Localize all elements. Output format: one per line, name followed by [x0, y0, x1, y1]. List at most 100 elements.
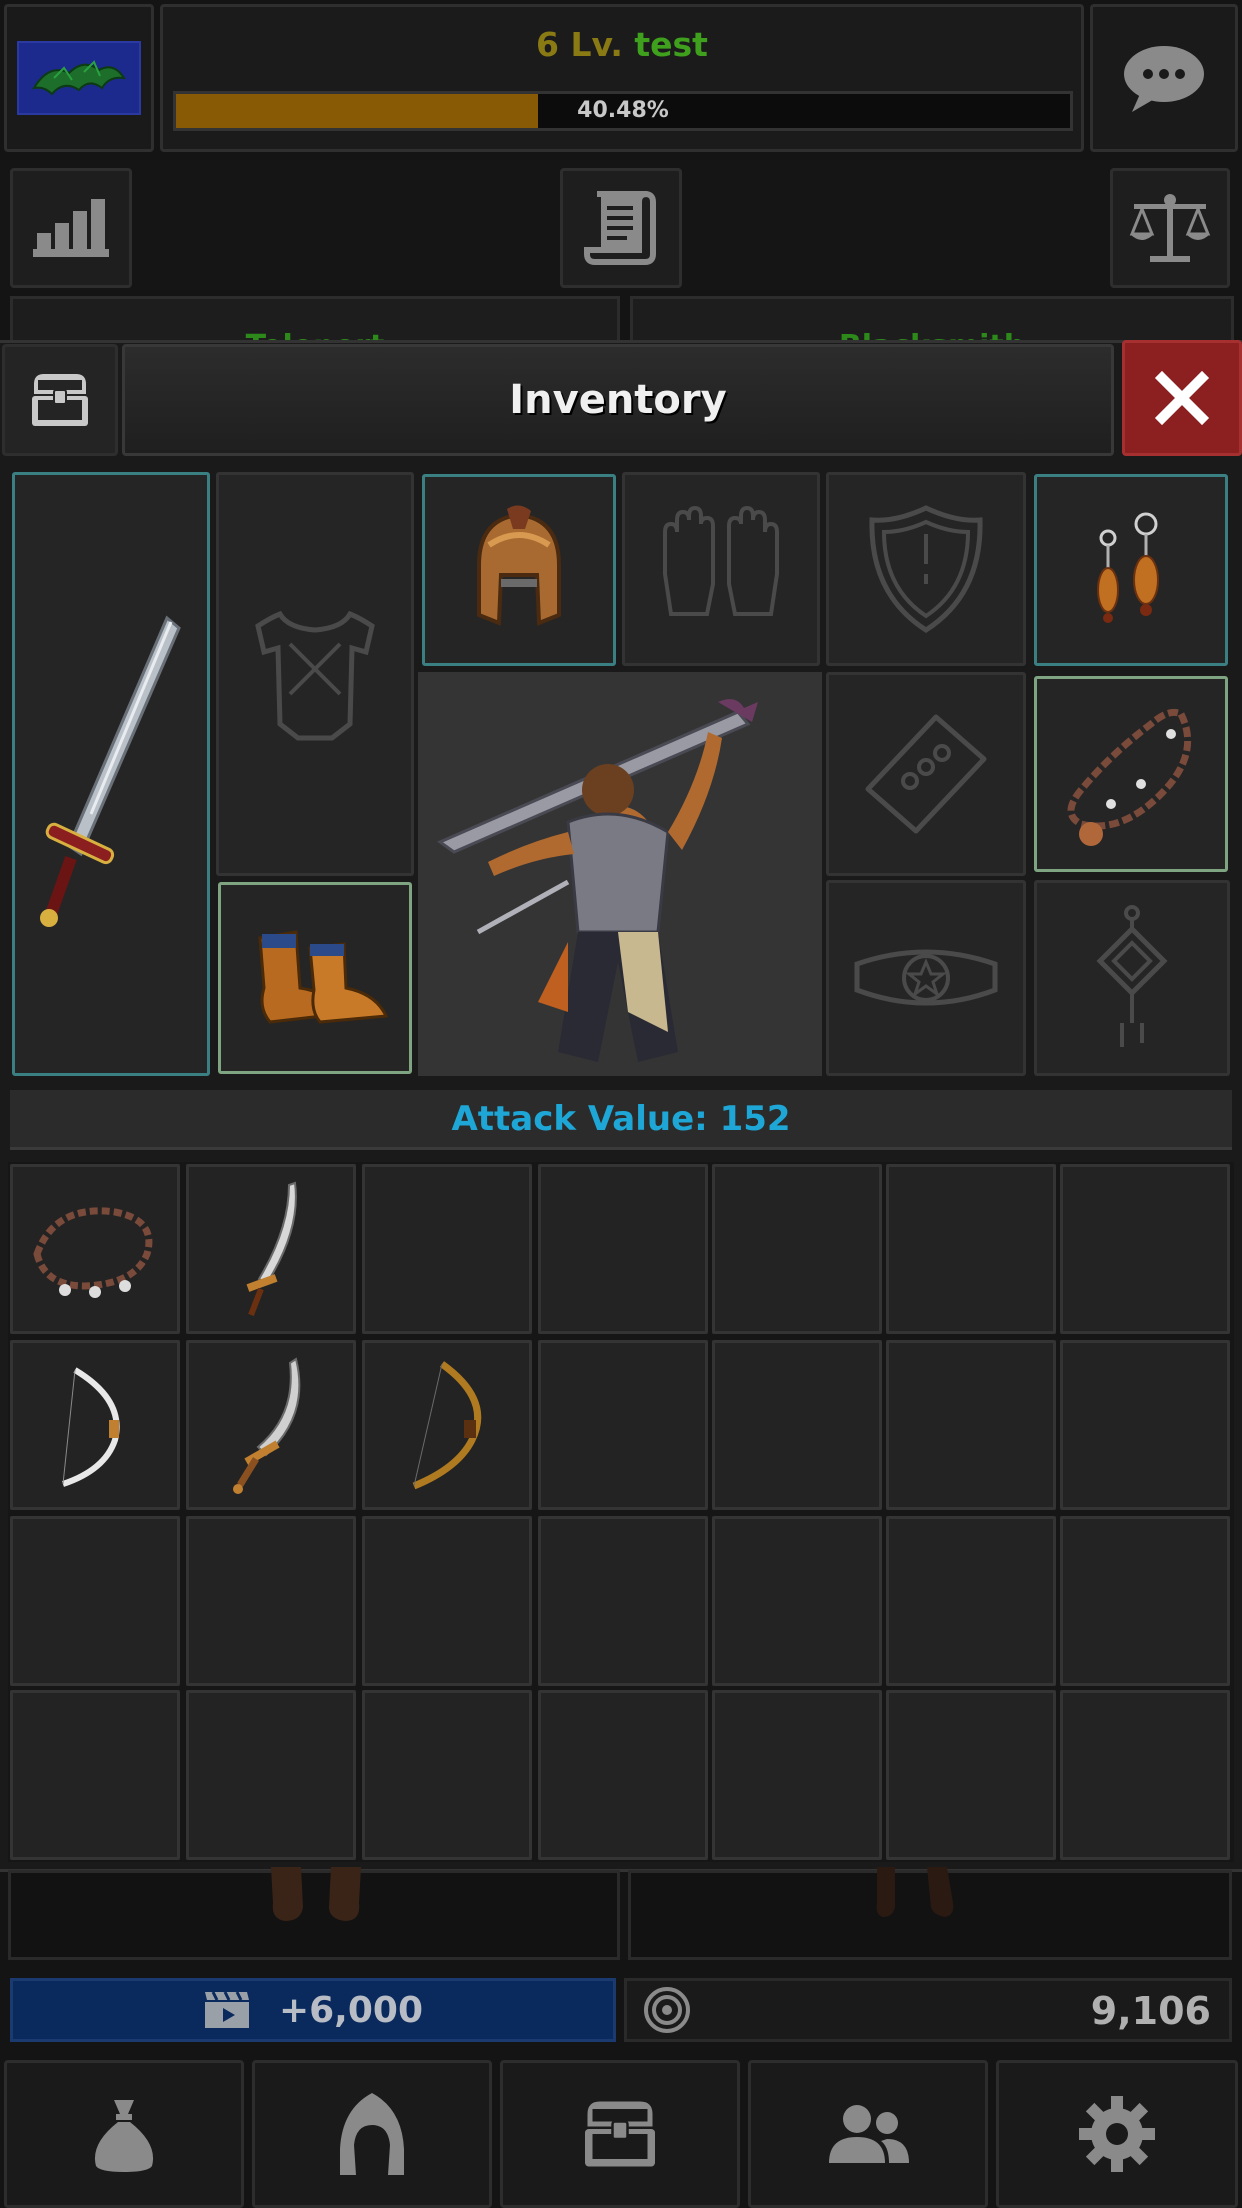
- helmet-icon: [477, 505, 561, 626]
- helmet-slot[interactable]: [422, 474, 616, 666]
- inventory-cell[interactable]: [712, 1164, 882, 1334]
- scroll-icon: [584, 191, 656, 265]
- inventory-cell[interactable]: [712, 1516, 882, 1686]
- inventory-cell[interactable]: [712, 1690, 882, 1860]
- knot-talisman-outline-icon: [1096, 905, 1168, 1047]
- warrior-figure-icon: [436, 699, 758, 1062]
- shield-slot[interactable]: [826, 472, 1026, 666]
- shoes-slot[interactable]: [218, 882, 412, 1074]
- inventory-cell[interactable]: [10, 1516, 180, 1686]
- teleport-tab[interactable]: Teleport: [10, 296, 620, 346]
- white-bow-icon: [62, 1367, 120, 1487]
- inventory-cell[interactable]: [886, 1690, 1056, 1860]
- bracelet-slot[interactable]: [826, 672, 1026, 876]
- earrings-slot[interactable]: [1034, 474, 1228, 666]
- inventory-cell[interactable]: [362, 1164, 532, 1334]
- player-name: test: [634, 25, 708, 64]
- coin-balance: 9,106: [624, 1978, 1232, 2042]
- inventory-cell[interactable]: [362, 1516, 532, 1686]
- inventory-cell[interactable]: [10, 1164, 180, 1334]
- belt-slot[interactable]: [826, 880, 1026, 1076]
- chat-bubble-icon: [1124, 46, 1204, 112]
- inventory-cell[interactable]: [1060, 1516, 1230, 1686]
- belt-outline-icon: [854, 949, 998, 1006]
- inventory-cell[interactable]: [1060, 1340, 1230, 1510]
- trade-button[interactable]: [1110, 168, 1230, 288]
- necklace-slot[interactable]: [1034, 676, 1228, 872]
- inventory-cell[interactable]: [538, 1516, 708, 1686]
- inventory-cell[interactable]: [1060, 1164, 1230, 1334]
- blacksmith-tab[interactable]: Blacksmith: [630, 296, 1234, 346]
- bar-chart-icon: [33, 199, 109, 257]
- necklace-item-icon: [33, 1207, 153, 1298]
- inventory-cell[interactable]: [538, 1164, 708, 1334]
- ad-reward-amount: +6,000: [278, 1989, 424, 2031]
- watch-ad-button[interactable]: +6,000: [10, 1978, 616, 2042]
- dragon-emblem-icon: [17, 41, 141, 115]
- gloves-outline-icon: [663, 505, 779, 616]
- inventory-cell[interactable]: [362, 1690, 532, 1860]
- inventory-cell[interactable]: [712, 1340, 882, 1510]
- inventory-cell[interactable]: [10, 1690, 180, 1860]
- inventory-cell[interactable]: [886, 1516, 1056, 1686]
- close-icon: [1154, 370, 1210, 426]
- balance-scale-icon: [1129, 194, 1211, 262]
- stats-button[interactable]: [10, 168, 132, 288]
- inventory-title: Inventory: [509, 377, 727, 423]
- inventory-cell[interactable]: [1060, 1690, 1230, 1860]
- inventory-title-bar: Inventory: [122, 344, 1114, 456]
- chat-button[interactable]: [1090, 4, 1238, 152]
- inventory-cell[interactable]: [186, 1690, 356, 1860]
- gear-icon: [1079, 2096, 1155, 2172]
- bracelet-outline-icon: [865, 714, 987, 834]
- inventory-chest-button[interactable]: [2, 344, 118, 456]
- player-level: 6 Lv.: [536, 25, 623, 64]
- xp-percent-label: 40.48%: [577, 98, 669, 123]
- scimitar-icon: [233, 1357, 301, 1494]
- friends-icon: [829, 2105, 909, 2163]
- nav-friends[interactable]: [748, 2060, 988, 2208]
- player-title: 6 Lv. test: [163, 25, 1081, 64]
- coin-icon: [644, 1987, 690, 2033]
- quests-button[interactable]: [560, 168, 682, 288]
- inventory-cell[interactable]: [538, 1690, 708, 1860]
- feet-icon: [271, 1867, 361, 1921]
- chest-icon: [32, 374, 88, 426]
- close-button[interactable]: [1122, 340, 1242, 456]
- curved-sword-icon: [246, 1181, 297, 1317]
- inventory-cell[interactable]: [538, 1340, 708, 1510]
- armor-outline-icon: [255, 610, 375, 741]
- character-portrait: [418, 672, 822, 1076]
- loot-bag-icon: [94, 2100, 154, 2172]
- inventory-cell[interactable]: [886, 1164, 1056, 1334]
- chest-icon: [585, 2101, 655, 2167]
- inventory-cell[interactable]: [10, 1340, 180, 1510]
- sword-icon: [40, 615, 181, 927]
- guild-emblem-frame[interactable]: [4, 4, 154, 152]
- nav-settings[interactable]: [996, 2060, 1238, 2208]
- hood-icon: [340, 2093, 404, 2175]
- inventory-cell[interactable]: [886, 1340, 1056, 1510]
- armor-slot[interactable]: [216, 472, 414, 876]
- inventory-cell[interactable]: [186, 1164, 356, 1334]
- inventory-cell[interactable]: [186, 1516, 356, 1686]
- nav-character[interactable]: [252, 2060, 492, 2208]
- weapon-slot[interactable]: [12, 472, 210, 1076]
- player-status-panel: 6 Lv. test 40.48%: [160, 4, 1084, 152]
- golden-bow-icon: [412, 1361, 482, 1490]
- nav-loot[interactable]: [4, 2060, 244, 2208]
- xp-bar: 40.48%: [173, 91, 1073, 131]
- right-background-panel: [628, 1867, 1232, 1960]
- feet-icon: [876, 1867, 954, 1917]
- shield-outline-icon: [869, 505, 983, 633]
- talisman-slot[interactable]: [1034, 880, 1230, 1076]
- necklace-icon: [1067, 708, 1192, 846]
- boots-icon: [258, 930, 389, 1024]
- earrings-icon: [1097, 512, 1159, 623]
- inventory-cell[interactable]: [186, 1340, 356, 1510]
- coin-amount: 9,106: [1090, 1989, 1211, 2033]
- nav-inventory[interactable]: [500, 2060, 740, 2208]
- inventory-cell[interactable]: [362, 1340, 532, 1510]
- video-clapper-icon: [204, 1991, 249, 2028]
- gloves-slot[interactable]: [622, 472, 820, 666]
